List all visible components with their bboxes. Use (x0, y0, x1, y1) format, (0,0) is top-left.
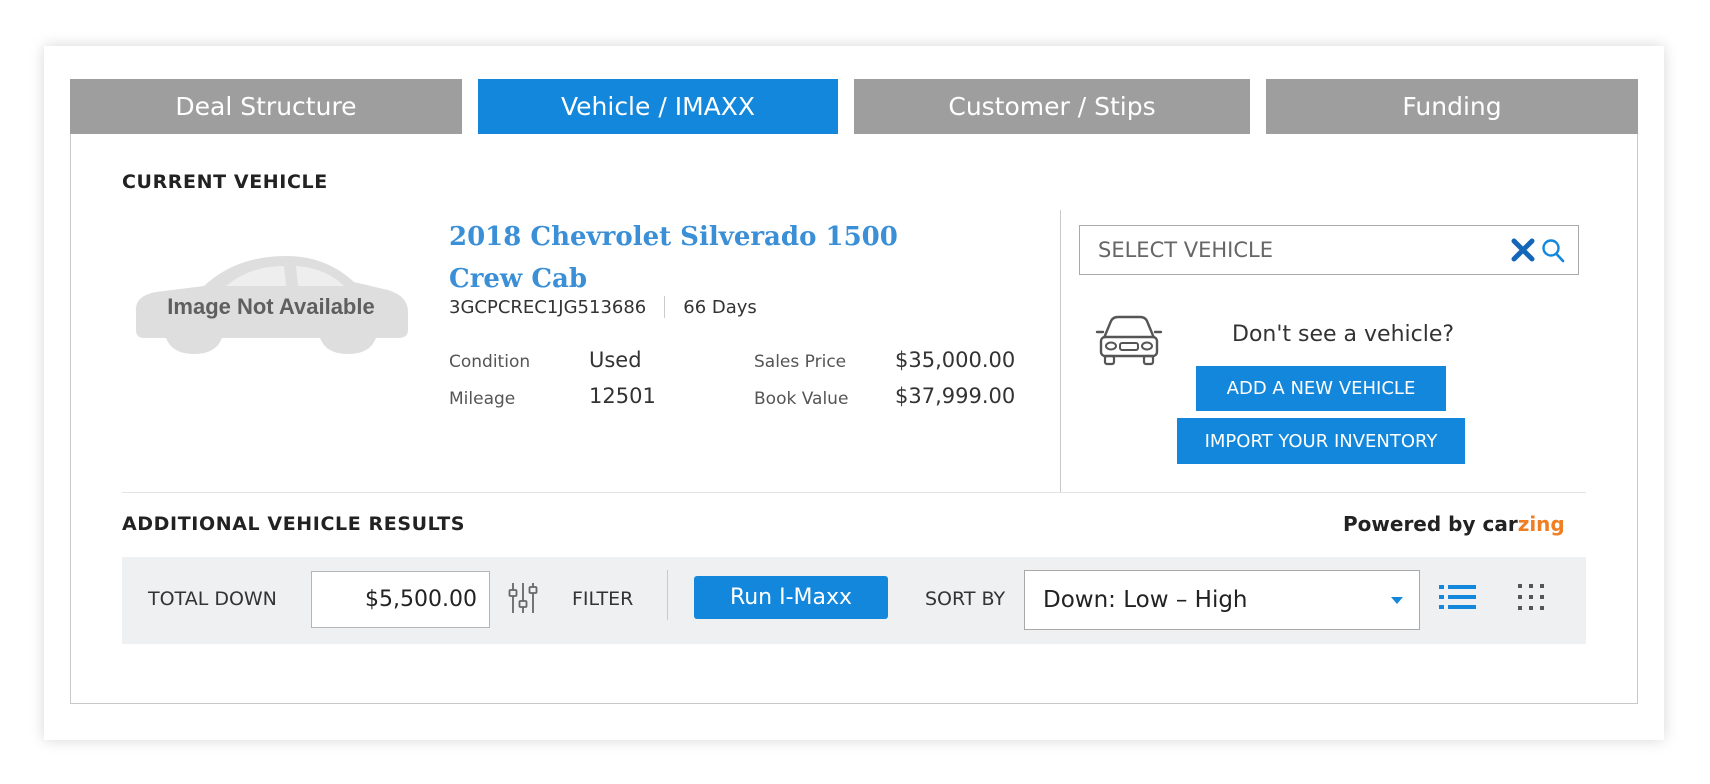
sort-by-select[interactable]: Down: Low – High (1024, 570, 1420, 630)
condition-value: Used (589, 348, 642, 372)
dropdown-caret-icon (1391, 597, 1403, 604)
clear-x-icon[interactable] (1510, 236, 1536, 264)
days-in-stock: 66 Days (683, 296, 757, 318)
sales-price-value: $35,000.00 (895, 348, 1016, 372)
vin-divider (664, 296, 666, 318)
select-vehicle-placeholder: SELECT VEHICLE (1098, 238, 1273, 262)
vehicle-title-line2: Crew Cab (449, 264, 588, 294)
vin-row: 3GCPCREC1JG513686 66 Days (449, 296, 757, 318)
tab-funding[interactable]: Funding (1266, 79, 1638, 134)
vehicle-image-placeholder: Image Not Available (126, 246, 416, 356)
filter-sliders-icon[interactable] (506, 580, 540, 616)
add-new-vehicle-button[interactable]: ADD A NEW VEHICLE (1196, 366, 1446, 411)
import-inventory-button[interactable]: IMPORT YOUR INVENTORY (1177, 418, 1465, 464)
sort-by-label: SORT BY (925, 588, 1006, 610)
tab-vehicle-imaxx[interactable]: Vehicle / IMAXX (478, 79, 838, 134)
powered-by-label: Powered by (1343, 512, 1476, 536)
toolbar-divider (667, 570, 668, 620)
vehicle-title-link[interactable]: 2018 Chevrolet Silverado 1500 Crew Cab (449, 216, 969, 300)
grid-view-icon[interactable] (1515, 581, 1547, 613)
tab-customer-stips[interactable]: Customer / Stips (854, 79, 1250, 134)
mileage-label: Mileage (449, 389, 516, 409)
book-value-label: Book Value (754, 389, 849, 409)
list-view-icon[interactable] (1438, 581, 1478, 613)
total-down-input[interactable] (311, 571, 490, 628)
filter-button[interactable]: FILTER (572, 588, 633, 610)
total-down-label: TOTAL DOWN (148, 588, 277, 610)
vertical-divider (1060, 210, 1061, 492)
additional-results-heading: ADDITIONAL VEHICLE RESULTS (122, 513, 466, 535)
carzing-logo: carzing (1482, 512, 1565, 536)
car-front-icon (1095, 315, 1163, 366)
search-icon[interactable] (1540, 237, 1566, 265)
run-imaxx-button[interactable]: Run I-Maxx (694, 576, 888, 619)
book-value-value: $37,999.00 (895, 384, 1016, 408)
section-divider (122, 492, 1586, 493)
image-not-available-label: Image Not Available (167, 294, 375, 319)
select-vehicle-input[interactable]: SELECT VEHICLE (1079, 225, 1579, 275)
dont-see-vehicle-text: Don't see a vehicle? (1232, 322, 1455, 347)
current-vehicle-heading: CURRENT VEHICLE (122, 171, 328, 193)
sales-price-label: Sales Price (754, 352, 847, 372)
mileage-value: 12501 (589, 384, 656, 408)
vin-number: 3GCPCREC1JG513686 (449, 296, 647, 318)
condition-label: Condition (449, 352, 531, 372)
vehicle-title-line1: 2018 Chevrolet Silverado 1500 (449, 222, 898, 252)
powered-by: Powered by carzing (1343, 512, 1565, 536)
tab-deal-structure[interactable]: Deal Structure (70, 79, 462, 134)
sort-selected-value: Down: Low – High (1043, 587, 1248, 613)
